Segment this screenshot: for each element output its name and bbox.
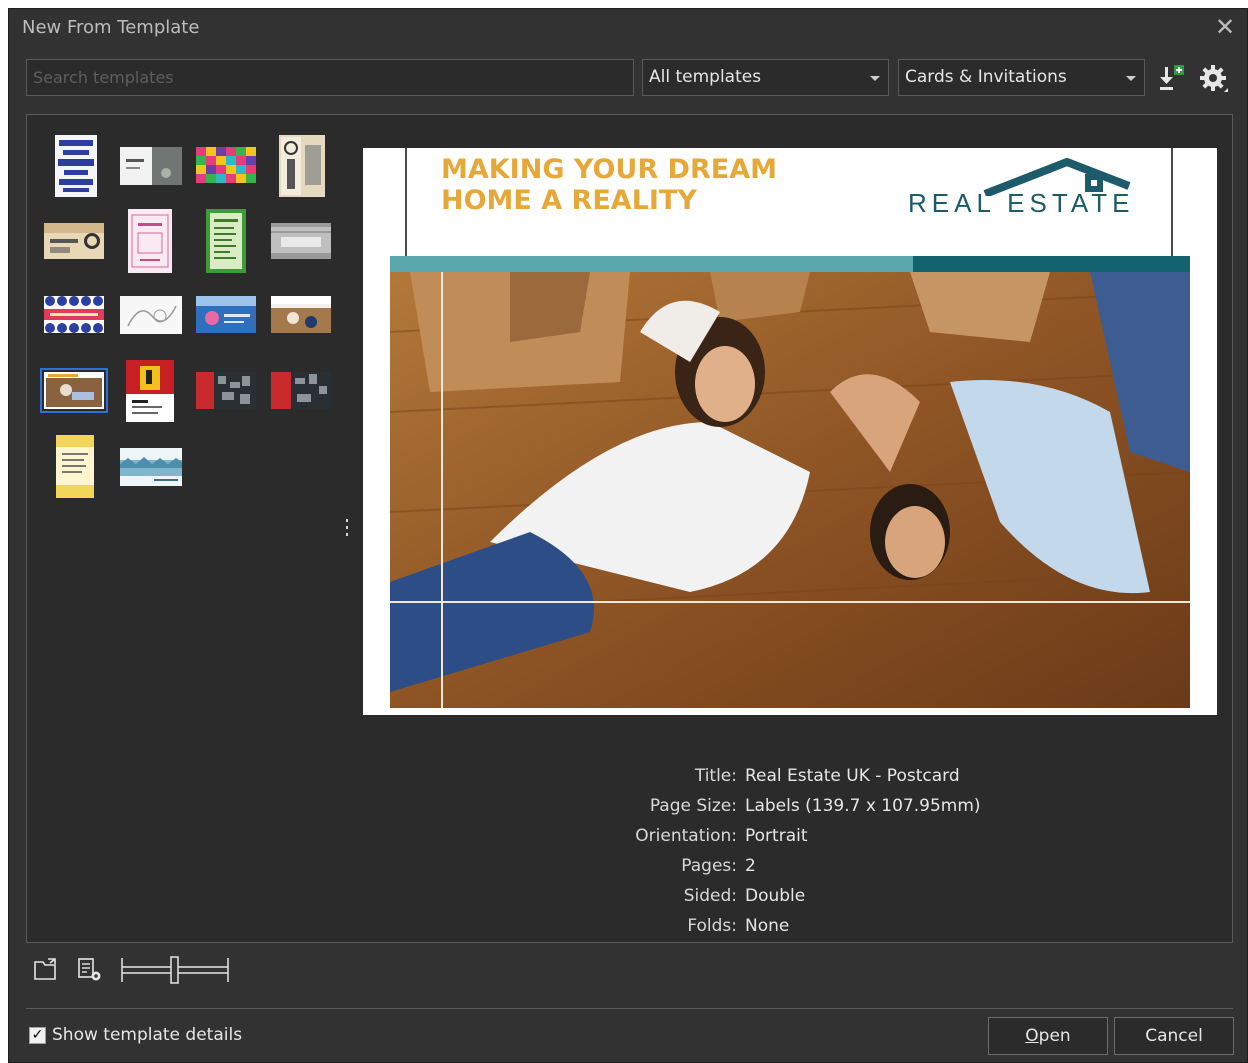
template-source-dropdown[interactable]: All templates	[642, 59, 889, 96]
new-from-template-dialog: New From Template ✕ All templates Cards …	[8, 8, 1248, 1063]
template-thumbnail[interactable]	[279, 135, 325, 197]
browse-folder-button[interactable]	[33, 957, 59, 983]
open-button[interactable]: Open	[988, 1017, 1108, 1055]
preview-headline: MAKING YOUR DREAM HOME A REALITY	[441, 154, 777, 216]
template-thumbnail[interactable]	[126, 360, 174, 422]
detail-row-pages: Pages: 2	[627, 851, 981, 881]
template-thumbnail[interactable]	[120, 448, 182, 486]
show-template-details-checkbox[interactable]: ✓ Show template details	[29, 1025, 242, 1045]
checkbox-checked-icon[interactable]: ✓	[29, 1026, 46, 1044]
template-browser-panel: MAKING YOUR DREAM HOME A REALITY REAL ES…	[26, 114, 1233, 943]
thumbnail-size-slider[interactable]	[121, 955, 229, 985]
teal-band-dark	[913, 256, 1190, 272]
template-thumbnail[interactable]	[206, 209, 246, 273]
detail-label: Folds:	[687, 916, 737, 936]
guide-line	[1171, 148, 1173, 256]
chevron-down-icon	[1126, 76, 1136, 81]
cancel-button[interactable]: Cancel	[1114, 1017, 1234, 1055]
detail-row-folds: Folds: None	[627, 911, 981, 941]
template-source-value: All templates	[649, 67, 762, 87]
guide-line	[405, 148, 407, 256]
preview-photo	[390, 272, 1190, 708]
detail-value: Labels (139.7 x 107.95mm)	[745, 796, 981, 816]
detail-value: 2	[745, 856, 756, 876]
options-button[interactable]	[1198, 63, 1230, 95]
preview-headline-line2: HOME A REALITY	[441, 185, 697, 216]
gear-icon	[1200, 65, 1228, 92]
template-category-value: Cards & Invitations	[905, 67, 1067, 87]
manage-templates-button[interactable]	[77, 957, 103, 983]
chevron-down-icon	[870, 76, 880, 81]
template-thumbnail[interactable]	[55, 135, 97, 197]
preview-headline-line1: MAKING YOUR DREAM	[441, 154, 777, 185]
import-template-icon	[1160, 65, 1184, 90]
detail-label: Pages:	[681, 856, 737, 876]
detail-value: None	[745, 916, 790, 936]
template-thumbnail[interactable]	[196, 296, 256, 333]
folder-icon	[34, 958, 56, 980]
template-thumbnail-selected[interactable]	[40, 368, 108, 413]
open-button-mnemonic: O	[1025, 1026, 1039, 1046]
search-templates-input[interactable]	[26, 59, 634, 96]
template-thumbnail[interactable]	[196, 372, 256, 409]
detail-row-title: Title: Real Estate UK - Postcard	[627, 761, 981, 791]
document-settings-icon	[78, 958, 101, 981]
template-thumbnail[interactable]	[56, 435, 94, 498]
template-thumbnail[interactable]	[196, 147, 256, 183]
detail-row-sided: Sided: Double	[627, 881, 981, 911]
template-thumbnail[interactable]	[271, 223, 331, 259]
detail-label: Page Size:	[649, 796, 737, 816]
teal-band-light	[390, 256, 913, 272]
splitter-handle[interactable]	[343, 517, 351, 541]
detail-value: Real Estate UK - Postcard	[745, 766, 960, 786]
close-button[interactable]: ✕	[1211, 13, 1239, 41]
slider-thumb[interactable]	[170, 956, 179, 984]
import-template-button[interactable]	[1157, 63, 1187, 93]
detail-label: Orientation:	[635, 826, 737, 846]
template-preview: MAKING YOUR DREAM HOME A REALITY REAL ES…	[363, 148, 1217, 715]
detail-row-page-size: Page Size: Labels (139.7 x 107.95mm)	[627, 791, 981, 821]
template-category-dropdown[interactable]: Cards & Invitations	[898, 59, 1145, 96]
template-details: Title: Real Estate UK - Postcard Page Si…	[627, 761, 981, 941]
template-thumbnail[interactable]	[271, 296, 331, 333]
detail-value: Portrait	[745, 826, 808, 846]
footer-divider	[26, 1008, 1233, 1009]
template-thumbnail[interactable]	[44, 223, 104, 259]
template-thumbnail[interactable]	[120, 296, 182, 334]
preview-brand: REAL ESTATE	[908, 188, 1135, 218]
open-button-label: pen	[1038, 1026, 1071, 1046]
detail-label: Sided:	[683, 886, 737, 906]
template-thumbnail[interactable]	[271, 372, 331, 409]
detail-label: Title:	[694, 766, 737, 786]
dialog-title: New From Template	[22, 17, 200, 38]
detail-value: Double	[745, 886, 806, 906]
detail-row-orientation: Orientation: Portrait	[627, 821, 981, 851]
template-thumbnail[interactable]	[128, 209, 172, 273]
show-template-details-label: Show template details	[52, 1025, 243, 1045]
template-thumbnail[interactable]	[120, 147, 182, 185]
template-thumbnail[interactable]	[44, 296, 104, 333]
